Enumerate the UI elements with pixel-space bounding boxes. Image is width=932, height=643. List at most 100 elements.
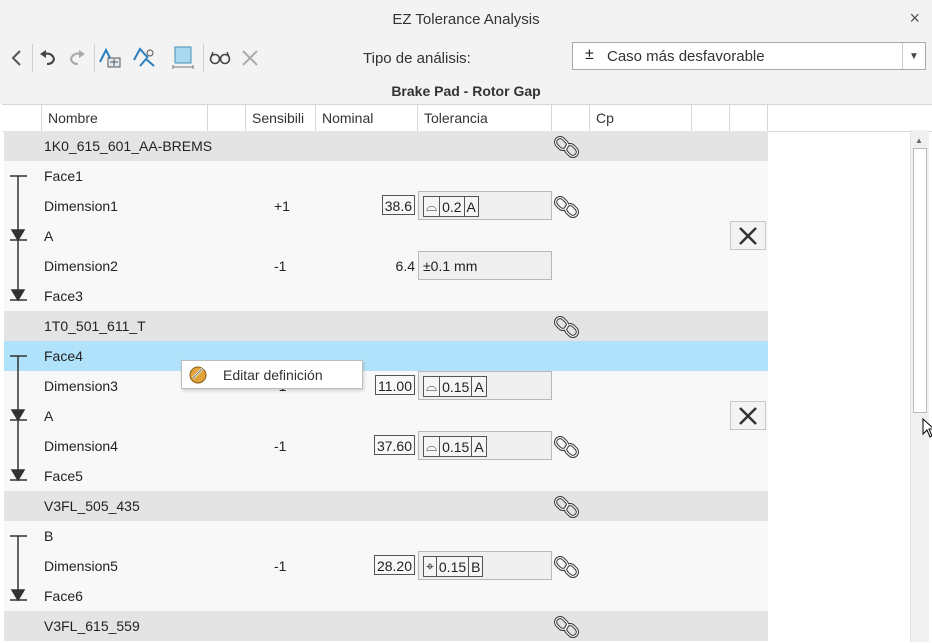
dimension-row[interactable]: Dimension3-111.00⌓0.15A	[4, 371, 768, 401]
link-icon[interactable]	[553, 434, 580, 460]
feature-row[interactable]: Face4	[4, 341, 768, 371]
link-icon[interactable]	[553, 614, 580, 640]
back-arrow-icon[interactable]	[4, 44, 30, 72]
sensitivity-value: -1	[274, 258, 287, 274]
scroll-up-arrow-icon[interactable]: ▲	[915, 136, 923, 145]
tolerance-value: ±0.1 mm	[423, 258, 478, 274]
datum-label: A	[471, 377, 485, 396]
row-name: Face4	[44, 348, 83, 364]
context-menu-edit-definition[interactable]: Editar definición	[223, 367, 323, 383]
column-header-tree	[2, 105, 42, 131]
datum-label: A	[463, 197, 478, 216]
column-header-tolerance[interactable]: Tolerancia	[418, 105, 552, 131]
edit-definition-icon	[189, 366, 207, 384]
row-name: 1K0_615_601_AA-BREMS	[44, 138, 213, 154]
toolbar-separator	[203, 44, 204, 72]
tolerance-cell[interactable]: ⌓ 0.15 A	[418, 371, 552, 400]
plus-minus-icon: ±	[585, 46, 594, 63]
column-header-blank	[208, 105, 246, 131]
analysis-type-label: Tipo de análisis:	[363, 50, 471, 67]
feature-control-frame: ⌓ 0.15 A	[423, 376, 487, 397]
feature-row[interactable]: Face3	[4, 281, 768, 311]
redo-icon[interactable]	[64, 44, 90, 72]
row-name: Dimension3	[44, 378, 118, 394]
row-name: Face6	[44, 588, 83, 604]
cube-icon[interactable]	[170, 44, 196, 72]
dimension-row[interactable]: Dimension4 -1 37.60 ⌓ 0.15 A	[4, 431, 768, 461]
glasses-icon[interactable]	[207, 44, 233, 72]
link-icon[interactable]	[553, 314, 580, 340]
feature-row[interactable]: B	[4, 521, 768, 551]
gdt-symbol-icon: ⌓	[426, 378, 438, 394]
feature-row[interactable]: Face5	[4, 461, 768, 491]
column-header-link	[552, 105, 590, 131]
nominal-value[interactable]: 38.6	[381, 195, 415, 215]
tolerance-value: 0.15	[439, 437, 471, 456]
dimension-row[interactable]: Dimension5 -1 28.20 ⌖ 0.15 B	[4, 551, 768, 581]
scrollbar-thumb[interactable]	[913, 148, 927, 413]
close-window-button[interactable]: ×	[909, 8, 920, 29]
nominal-value[interactable]: 28.20	[373, 555, 415, 575]
tolerance-value: 0.15	[435, 557, 468, 576]
feature-control-frame: ⌓ 0.15 A	[423, 436, 487, 457]
nominal-value[interactable]: 37.60	[373, 435, 415, 455]
analysis-type-select[interactable]: ± Caso más desfavorable ▼	[572, 42, 926, 70]
part-row[interactable]: V3FL_615_559	[4, 611, 768, 641]
part-row[interactable]: 1K0_615_601_AA-BREMS	[4, 131, 768, 161]
dimension-row[interactable]: Dimension1 +1 38.6 ⌓ 0.2 A	[4, 191, 768, 221]
nominal-value[interactable]: 6.4	[396, 258, 415, 274]
row-name: Face5	[44, 468, 83, 484]
column-header-cp[interactable]: Cp	[590, 105, 692, 131]
link-icon[interactable]	[553, 134, 580, 160]
table-header: Nombre Sensibili Nominal Tolerancia Cp	[2, 104, 932, 132]
undo-icon[interactable]	[35, 44, 61, 72]
column-header-extra	[692, 105, 730, 131]
feature-row[interactable]: Face6	[4, 581, 768, 611]
sensitivity-value: +1	[274, 198, 290, 214]
dimension-row[interactable]: Dimension2 -1 6.4 ±0.1 mm	[4, 251, 768, 281]
feature-control-frame: ⌓ 0.2 A	[423, 196, 479, 217]
tolerance-cell[interactable]: ⌓ 0.15 A	[418, 431, 552, 460]
tolerance-cell[interactable]: ±0.1 mm	[418, 251, 552, 280]
column-header-name[interactable]: Nombre	[42, 105, 208, 131]
toolbar: Tipo de análisis: ± Caso más desfavorabl…	[0, 38, 932, 78]
chevron-down-icon[interactable]: ▼	[902, 43, 925, 69]
tolerance-cell[interactable]: ⌖ 0.15 B	[418, 551, 552, 580]
datum-label: A	[471, 437, 485, 456]
feature-row[interactable]: A	[4, 401, 768, 431]
close-icon[interactable]	[237, 44, 263, 72]
nominal-value[interactable]: 11.00	[375, 375, 415, 395]
datum-label: B	[468, 557, 482, 576]
link-icon[interactable]	[553, 494, 580, 520]
vertical-scrollbar[interactable]: ▲	[910, 130, 929, 642]
row-name: B	[44, 528, 54, 544]
feature-row[interactable]: A	[4, 221, 768, 251]
remove-button[interactable]	[730, 221, 766, 250]
column-header-nominal[interactable]: Nominal	[316, 105, 418, 131]
link-icon[interactable]	[553, 194, 580, 220]
row-name: Dimension4	[44, 438, 118, 454]
column-header-sensitivity[interactable]: Sensibili	[246, 105, 316, 131]
analysis-title: Brake Pad - Rotor Gap	[0, 78, 932, 104]
link-icon[interactable]	[553, 554, 580, 580]
context-menu: Editar definición	[181, 360, 363, 389]
gdt-symbol-icon: ⌓	[426, 438, 438, 454]
remove-button[interactable]	[730, 401, 766, 430]
row-name: Dimension1	[44, 198, 118, 214]
feature-control-frame: ⌖ 0.15 B	[423, 556, 484, 577]
tolerance-value: 0.2	[439, 197, 463, 216]
gdt-symbol-icon: ⌓	[426, 198, 438, 214]
row-name: Dimension5	[44, 558, 118, 574]
gdt-symbol-icon: ⌖	[426, 558, 434, 574]
toolbar-separator	[94, 44, 95, 72]
mouse-cursor-icon	[922, 418, 932, 438]
tolerance-cell[interactable]: ⌓ 0.2 A	[418, 191, 552, 220]
part-row[interactable]: 1T0_501_611_T	[4, 311, 768, 341]
add-dimension-icon[interactable]	[98, 44, 124, 72]
add-surface-icon[interactable]	[132, 44, 158, 72]
feature-row[interactable]: Face1	[4, 161, 768, 191]
row-name: A	[44, 228, 54, 244]
part-row[interactable]: V3FL_505_435	[4, 491, 768, 521]
sensitivity-value: -1	[274, 558, 287, 574]
row-name: Dimension2	[44, 258, 118, 274]
